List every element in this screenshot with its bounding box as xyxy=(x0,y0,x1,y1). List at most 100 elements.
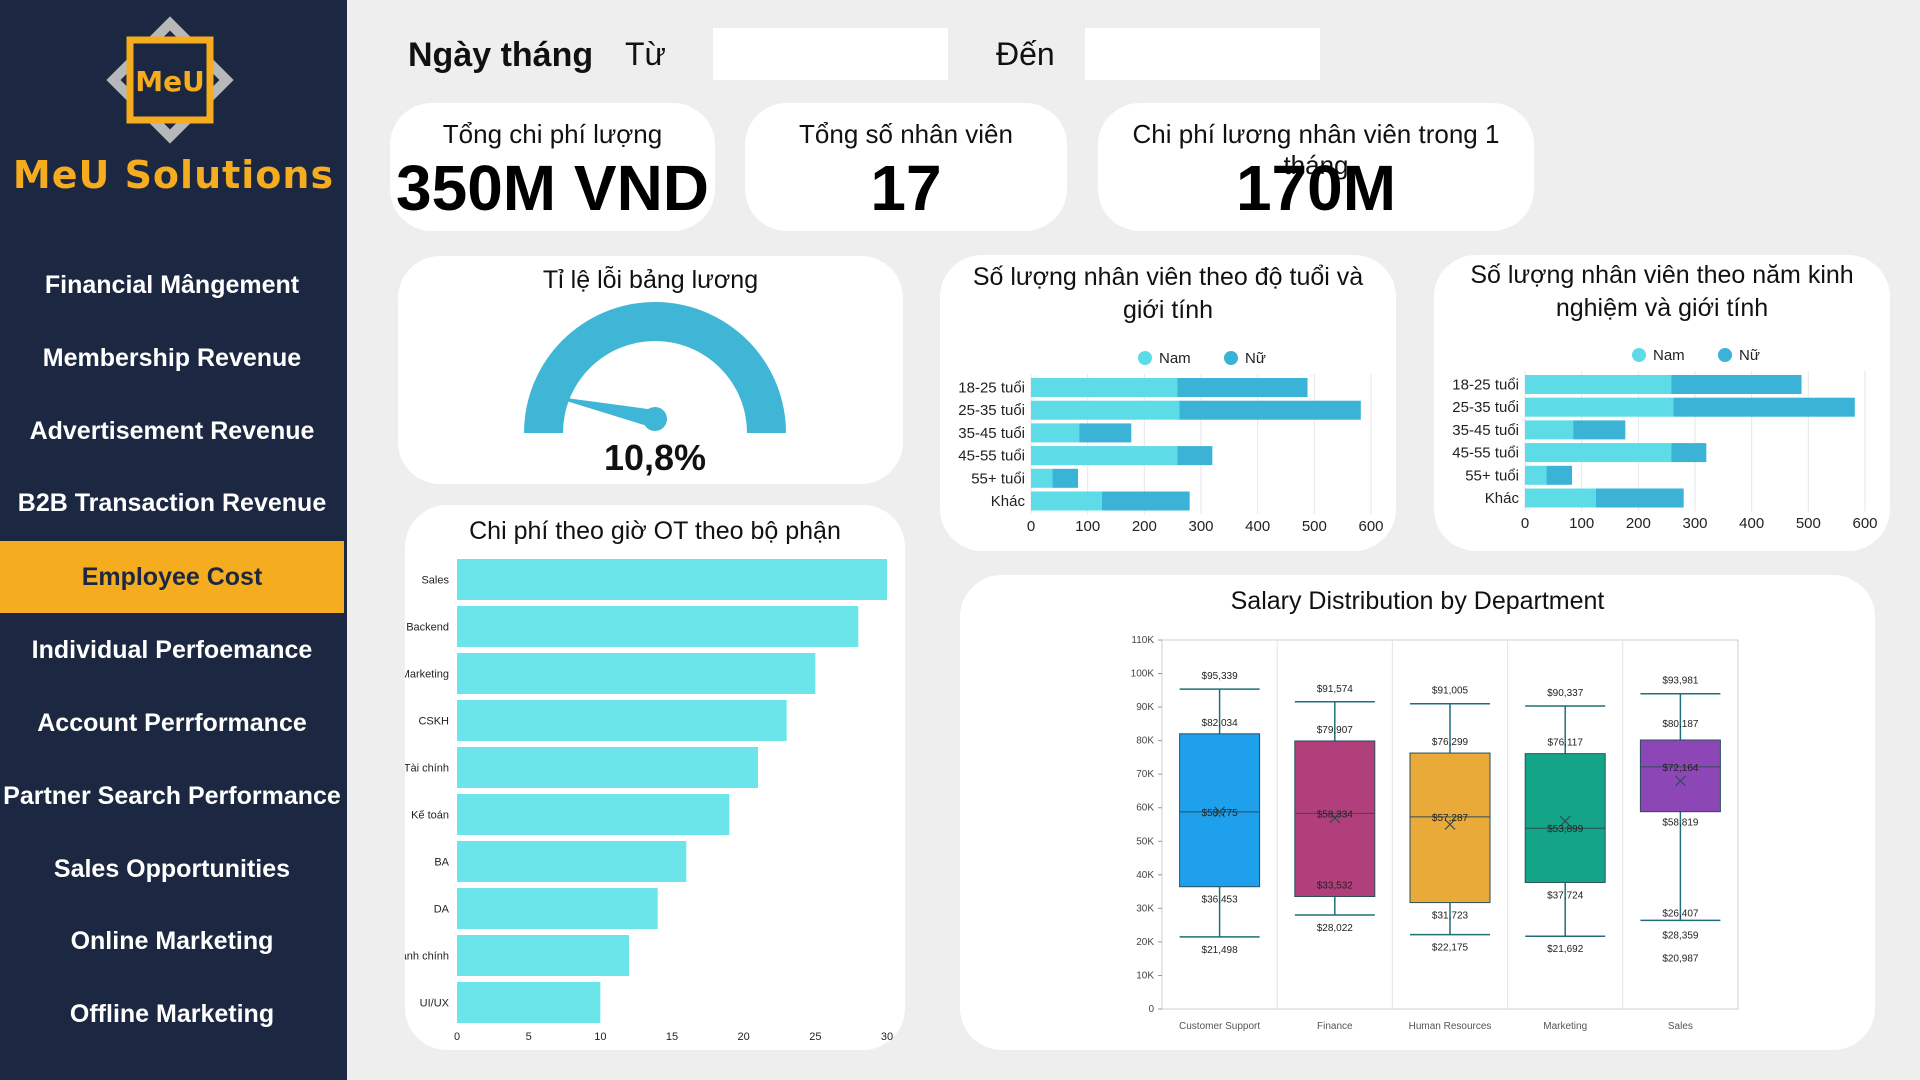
box-value-label: $80,187 xyxy=(1662,719,1699,730)
sidebar-item-b2b-transaction-revenue[interactable]: B2B Transaction Revenue xyxy=(0,467,344,539)
box-value-label: $76,299 xyxy=(1432,737,1469,748)
sidebar-item-partner-search-performance[interactable]: Partner Search Performance xyxy=(0,760,344,832)
kpi-value: 170M xyxy=(1235,152,1397,224)
y-tick-label: 20K xyxy=(1136,937,1154,948)
stacked-bar-segment xyxy=(1177,378,1308,397)
x-tick-label: 500 xyxy=(1796,515,1821,532)
kpi-total-employees: Tổng số nhân viên 17 xyxy=(745,103,1067,231)
y-tick-label: 90K xyxy=(1136,702,1154,713)
ot-bar xyxy=(457,747,758,788)
y-tick-label: 50K xyxy=(1136,836,1154,847)
meu-logo: MeU xyxy=(106,16,234,144)
sidebar-item-individual-perfoemance[interactable]: Individual Perfoemance xyxy=(0,614,344,686)
from-date-input[interactable] xyxy=(713,28,948,80)
x-tick-label: 600 xyxy=(1852,515,1877,532)
sidebar-item-label: Employee Cost xyxy=(81,562,263,591)
stacked-bar-segment xyxy=(1525,443,1672,463)
legend-label: Nam xyxy=(1159,350,1191,367)
box-value-label: $58,775 xyxy=(1202,808,1239,819)
gauge-needle xyxy=(549,395,667,431)
ot-bar xyxy=(457,841,687,882)
legend-label: Nữ xyxy=(1245,350,1266,367)
ot-bar xyxy=(457,982,601,1023)
sidebar-item-advertisement-revenue[interactable]: Advertisement Revenue xyxy=(0,395,344,467)
legend-label: Nam xyxy=(1653,347,1685,364)
sidebar-item-employee-cost[interactable]: Employee Cost xyxy=(0,541,344,613)
box-value-label: $36,453 xyxy=(1202,895,1239,906)
box-value-label: $21,692 xyxy=(1547,944,1584,955)
kpi-total-salary-cost: Tổng chi phí lượng 350M VND xyxy=(390,103,715,231)
ot-category-label: Sales xyxy=(421,575,449,587)
sidebar-item-offline-marketing[interactable]: Offline Marketing xyxy=(0,978,344,1050)
sidebar-item-account-perrformance[interactable]: Account Perrformance xyxy=(0,687,344,759)
box-value-label: $95,339 xyxy=(1202,671,1239,682)
sidebar-item-online-marketing[interactable]: Online Marketing xyxy=(0,905,344,977)
x-tick-label: 500 xyxy=(1302,518,1327,535)
box-value-label: $90,337 xyxy=(1547,688,1584,699)
salary-box-plot: 0 10K 20K 30K 40K 50K 60K 70K 80K 90K 100K 110K $95,… xyxy=(1131,635,1739,1032)
ot-x-tick: 15 xyxy=(666,1031,678,1043)
stacked-bar-segment xyxy=(1671,443,1707,463)
stacked-bar-segment xyxy=(1079,423,1132,443)
sidebar-item-sales-opportunities[interactable]: Sales Opportunities xyxy=(0,833,344,905)
category-label: 18-25 tuổi xyxy=(958,380,1025,397)
sidebar-item-label: Membership Revenue xyxy=(42,343,302,372)
legend-marker xyxy=(1138,351,1152,365)
ot-category-label: UI/UX xyxy=(420,998,450,1010)
y-tick-label: 80K xyxy=(1136,736,1154,747)
stacked-bar-segment xyxy=(1031,491,1102,511)
box xyxy=(1639,739,1721,813)
category-label: Khác xyxy=(991,493,1026,510)
category-label: Marketing xyxy=(1543,1021,1587,1032)
stacked-bar-segment xyxy=(1546,465,1573,485)
sidebar-item-label: Financial Mângement xyxy=(44,270,300,299)
ot-category-label: BA xyxy=(434,857,449,869)
stacked-bar-segment xyxy=(1525,420,1574,440)
category-label: 25-35 tuổi xyxy=(1452,399,1519,416)
stacked-bar-segment xyxy=(1525,465,1547,485)
box-value-label: $33,532 xyxy=(1317,881,1354,892)
box-value-label: $28,359 xyxy=(1662,930,1699,941)
stacked-bar-segment xyxy=(1031,423,1080,443)
ot-bar xyxy=(457,935,629,976)
category-label: Human Resources xyxy=(1409,1021,1492,1032)
age-gender-bar-chart: Nam Nữ 0 100 200 300 400 500 600 18-25 tuổi 25-35 … xyxy=(958,350,1383,535)
category-label: 45-55 tuổi xyxy=(958,448,1025,465)
sidebar-item-membership-revenue[interactable]: Membership Revenue xyxy=(0,322,344,394)
kpi-title: Tổng số nhân viên xyxy=(799,119,1013,149)
legend-label: Nữ xyxy=(1739,347,1760,364)
salary-distribution-card: Salary Distribution by Department 0 10K 20… xyxy=(960,575,1875,1050)
sidebar-item-financial-m-ngement[interactable]: Financial Mângement xyxy=(0,249,344,321)
x-tick-label: 200 xyxy=(1132,518,1157,535)
ot-category-label: DA xyxy=(434,904,450,916)
stacked-bar-segment xyxy=(1525,488,1596,508)
ot-x-tick: 5 xyxy=(526,1031,532,1043)
legend-marker xyxy=(1632,348,1646,362)
to-date-input[interactable] xyxy=(1085,28,1320,80)
stacked-bar-segment xyxy=(1177,446,1213,466)
box-value-label: $31,723 xyxy=(1432,911,1469,922)
kpi-value: 17 xyxy=(870,152,942,224)
ot-x-tick: 0 xyxy=(454,1031,460,1043)
x-tick-label: 0 xyxy=(1027,518,1035,535)
ot-bar xyxy=(457,794,730,835)
y-tick-label: 0 xyxy=(1148,1004,1154,1015)
box-value-label: $91,574 xyxy=(1317,684,1354,695)
ot-cost-chart-card: Chi phí theo giờ OT theo bộ phận Sales Ba… xyxy=(405,505,905,1050)
kpi-value: 350M VND xyxy=(396,152,709,224)
box-value-label: $82,034 xyxy=(1202,718,1239,729)
gauge-needle-hub xyxy=(643,407,667,431)
ot-x-tick: 30 xyxy=(881,1031,893,1043)
box-value-label: $57,287 xyxy=(1432,813,1469,824)
category-label: Khác xyxy=(1485,490,1520,507)
box-value-label: $76,117 xyxy=(1547,738,1583,749)
ot-category-label: Backend xyxy=(406,622,449,634)
category-label: 55+ tuổi xyxy=(1465,467,1519,484)
gauge-chart: 10,8% xyxy=(524,302,786,478)
category-label: 35-45 tuổi xyxy=(958,425,1025,442)
from-label: Từ xyxy=(625,36,666,72)
box-value-label: $58,819 xyxy=(1662,818,1699,829)
ot-category-label: CSKH xyxy=(418,716,449,728)
category-label: 35-45 tuổi xyxy=(1452,422,1519,439)
stacked-bar-segment xyxy=(1101,491,1190,511)
